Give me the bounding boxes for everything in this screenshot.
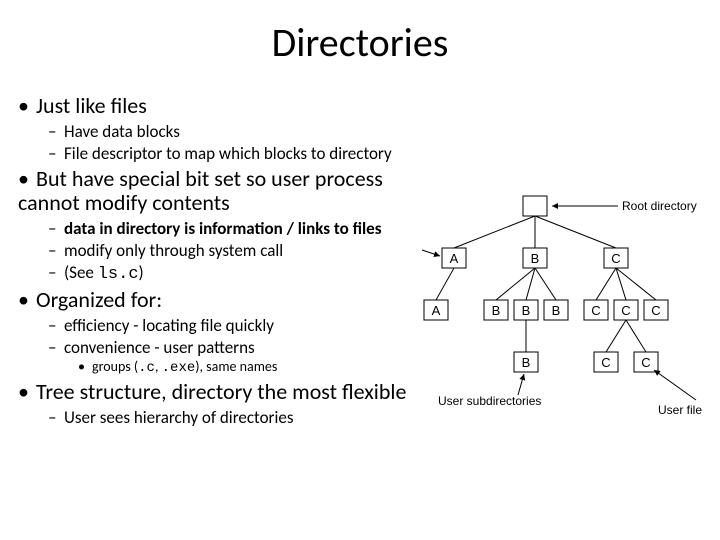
- bullet-l1: •Organized for:: [18, 288, 418, 313]
- text: groups (: [92, 358, 138, 375]
- text: Organized for:: [36, 286, 162, 313]
- bullet-l2: –modify only through system call: [48, 241, 418, 260]
- slide-title: Directories: [0, 18, 720, 67]
- text: (See: [64, 262, 98, 283]
- text: ), same names: [195, 358, 277, 375]
- bullet-l2: –data in directory is information / link…: [48, 219, 418, 238]
- node-label: C: [601, 355, 610, 370]
- bullet-l1: •Tree structure, directory the most flex…: [18, 380, 418, 405]
- node-label: B: [522, 355, 531, 370]
- text: But have special bit set so user process…: [18, 165, 383, 217]
- text: ,: [155, 358, 162, 375]
- user-dir-pointer: [422, 250, 440, 256]
- text: Tree structure, directory the most flexi…: [36, 378, 406, 405]
- text: ): [139, 262, 144, 283]
- node-label: A: [432, 303, 441, 318]
- user-subdir-pointer: [518, 374, 524, 395]
- node-label: C: [621, 303, 630, 318]
- bullet-l2: –(See ls.c): [48, 263, 418, 284]
- user-file-pointer: [654, 370, 696, 400]
- text: User sees hierarchy of directories: [64, 407, 293, 428]
- bullet-l2: –File descriptor to map which blocks to …: [48, 144, 418, 163]
- text: data in directory is information / links…: [64, 218, 382, 239]
- node-label: A: [450, 251, 459, 266]
- node-label: B: [522, 303, 531, 318]
- node-label: C: [641, 355, 650, 370]
- node-label: C: [651, 303, 660, 318]
- code-text: ls.c: [98, 265, 139, 284]
- text: Have data blocks: [64, 121, 180, 142]
- node-label: C: [591, 303, 600, 318]
- bullet-l1: •But have special bit set so user proces…: [18, 167, 418, 216]
- node-label: B: [552, 303, 561, 318]
- bullet-l3: •groups (.c, .exe), same names: [78, 359, 418, 377]
- text: convenience - user patterns: [64, 337, 255, 358]
- bullet-l2: –efficiency - locating file quickly: [48, 316, 418, 335]
- node-label: B: [492, 303, 501, 318]
- node-label: C: [611, 251, 620, 266]
- user-subdir-label: User subdirectories: [438, 394, 541, 408]
- node-label: B: [531, 251, 540, 266]
- code-text: .exe: [162, 360, 196, 376]
- slide-body: •Just like files –Have data blocks –File…: [18, 90, 418, 427]
- bullet-l2: –convenience - user patterns: [48, 338, 418, 357]
- slide: Directories •Just like files –Have data …: [0, 0, 720, 540]
- directory-tree-diagram: Root directory A B C User directory: [418, 190, 708, 460]
- root-node: [523, 196, 547, 216]
- text: modify only through system call: [64, 240, 283, 261]
- root-label: Root directory: [622, 199, 697, 213]
- text: File descriptor to map which blocks to d…: [64, 143, 392, 164]
- bullet-l2: –User sees hierarchy of directories: [48, 408, 418, 427]
- text: Just like files: [36, 92, 147, 119]
- code-text: .c: [138, 360, 155, 376]
- user-file-label: User file: [658, 403, 702, 417]
- bullet-l2: –Have data blocks: [48, 122, 418, 141]
- text: efficiency - locating file quickly: [64, 315, 274, 336]
- bullet-l1: •Just like files: [18, 94, 418, 119]
